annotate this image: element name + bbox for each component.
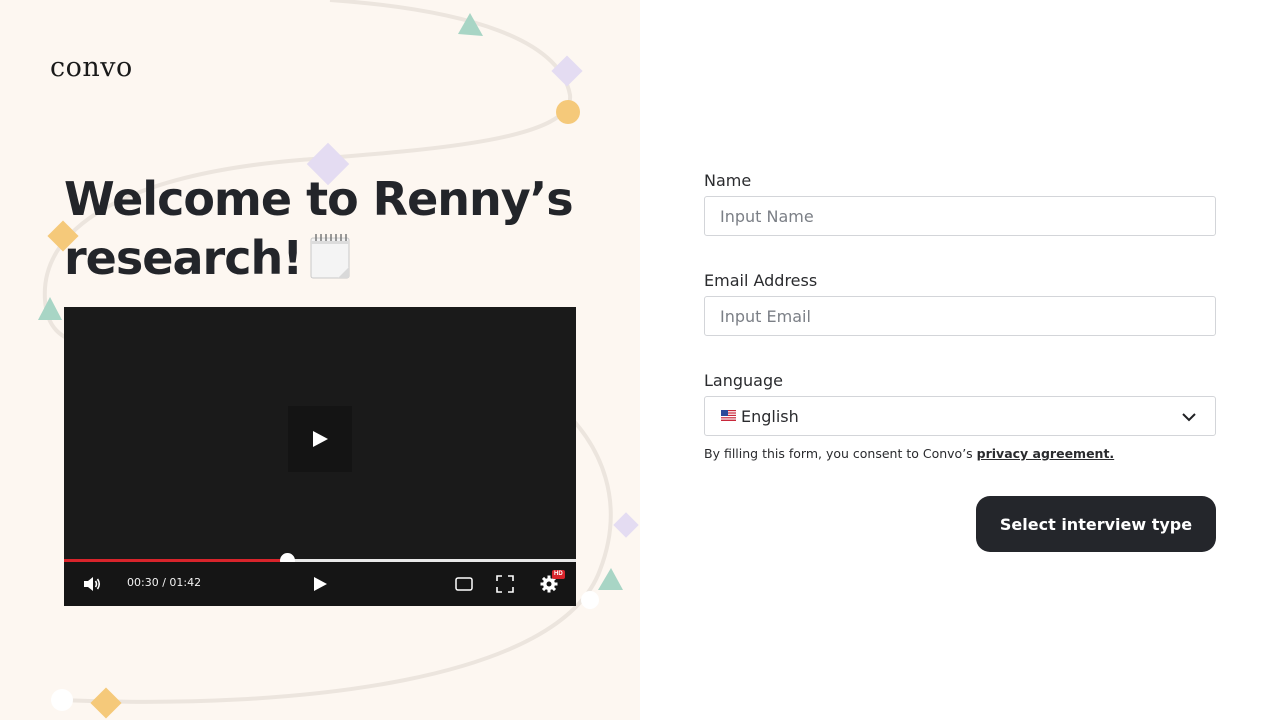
privacy-agreement-link[interactable]: privacy agreement. bbox=[977, 446, 1115, 461]
consent-text-body: By filling this form, you consent to Con… bbox=[704, 446, 977, 461]
video-player[interactable]: 00:30 / 01:42 HD bbox=[64, 307, 576, 606]
volume-icon bbox=[84, 577, 101, 591]
page-title: Welcome to Renny’s research! bbox=[64, 170, 584, 294]
language-select[interactable]: English bbox=[704, 396, 1216, 436]
us-flag-icon bbox=[721, 410, 736, 421]
hd-badge: HD bbox=[552, 570, 565, 579]
right-panel: Name Email Address Language English By f… bbox=[640, 0, 1280, 720]
name-label: Name bbox=[704, 171, 752, 190]
volume-button[interactable] bbox=[80, 572, 104, 596]
video-play-button[interactable] bbox=[288, 406, 352, 472]
deco-circle bbox=[51, 689, 73, 711]
deco-diamond bbox=[551, 55, 583, 87]
play-icon bbox=[314, 577, 327, 591]
play-icon bbox=[313, 431, 328, 447]
fullscreen-button[interactable] bbox=[493, 572, 517, 596]
deco-circle bbox=[581, 591, 599, 609]
select-interview-type-button[interactable]: Select interview type bbox=[976, 496, 1216, 552]
fullscreen-icon bbox=[496, 575, 514, 593]
left-panel: convo Welcome to Renny’s research! 00:30… bbox=[0, 0, 640, 720]
notepad-icon bbox=[308, 232, 354, 294]
email-label: Email Address bbox=[704, 271, 818, 290]
deco-diamond bbox=[90, 687, 122, 719]
consent-text: By filling this form, you consent to Con… bbox=[704, 446, 1114, 461]
theater-mode-icon bbox=[455, 577, 473, 591]
deco-triangle bbox=[598, 568, 623, 590]
video-controls: 00:30 / 01:42 HD bbox=[64, 562, 576, 606]
language-label: Language bbox=[704, 371, 783, 390]
chevron-down-icon bbox=[1182, 413, 1196, 422]
play-button[interactable] bbox=[308, 572, 332, 596]
deco-triangle bbox=[38, 297, 62, 320]
deco-diamond bbox=[613, 512, 639, 538]
theater-mode-button[interactable] bbox=[452, 572, 476, 596]
name-input[interactable] bbox=[704, 196, 1216, 236]
convo-logo: convo bbox=[50, 52, 133, 83]
email-input[interactable] bbox=[704, 296, 1216, 336]
language-selected-value: English bbox=[741, 407, 799, 426]
deco-circle bbox=[556, 100, 580, 124]
video-time-display: 00:30 / 01:42 bbox=[127, 576, 202, 589]
